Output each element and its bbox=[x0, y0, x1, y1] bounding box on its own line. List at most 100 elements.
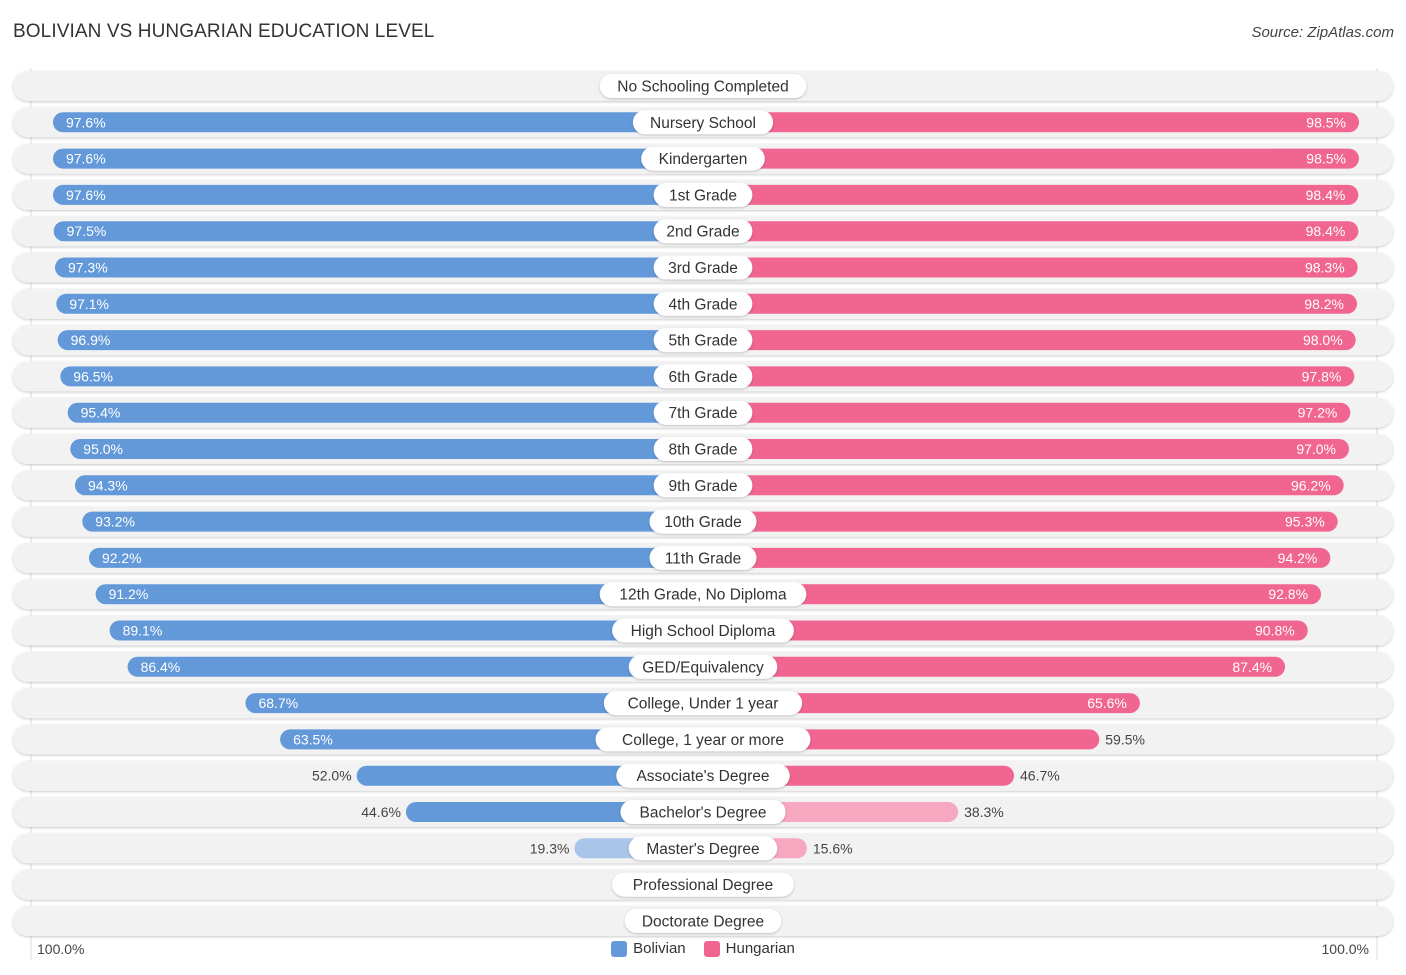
legend-label-hungarian: Hungarian bbox=[725, 940, 795, 957]
category-label: Associate's Degree bbox=[636, 768, 769, 785]
chart-canvas: 2.4%1.6%No Schooling Completed97.6%98.5%… bbox=[13, 68, 1393, 960]
value-label-hungarian: 87.4% bbox=[1232, 659, 1272, 675]
bar-hungarian[interactable] bbox=[703, 148, 1360, 169]
category-label: Kindergarten bbox=[659, 151, 748, 168]
value-label-bolivian: 91.2% bbox=[109, 586, 149, 602]
value-label-bolivian: 92.2% bbox=[102, 550, 142, 566]
legend: Bolivian Hungarian bbox=[0, 940, 1406, 957]
bar-bolivian[interactable] bbox=[54, 257, 704, 278]
category-label: No Schooling Completed bbox=[617, 79, 788, 96]
value-label-hungarian: 38.3% bbox=[964, 804, 1004, 820]
value-label-bolivian: 86.4% bbox=[141, 659, 181, 675]
value-label-bolivian: 19.3% bbox=[530, 840, 570, 856]
category-label: 9th Grade bbox=[669, 478, 738, 495]
bar-bolivian[interactable] bbox=[52, 112, 703, 133]
bar-hungarian[interactable] bbox=[703, 656, 1286, 677]
bar-bolivian[interactable] bbox=[52, 184, 703, 205]
category-label: 3rd Grade bbox=[668, 260, 738, 277]
category-label: 10th Grade bbox=[664, 514, 742, 531]
bar-hungarian[interactable] bbox=[703, 366, 1355, 387]
category-label: High School Diploma bbox=[631, 623, 776, 640]
bar-hungarian[interactable] bbox=[703, 511, 1338, 532]
category-label: 2nd Grade bbox=[666, 224, 739, 241]
value-label-bolivian: 63.5% bbox=[293, 731, 333, 747]
value-label-bolivian: 44.6% bbox=[361, 804, 401, 820]
value-label-hungarian: 98.4% bbox=[1306, 187, 1346, 203]
value-label-bolivian: 97.1% bbox=[69, 296, 109, 312]
value-label-hungarian: 15.6% bbox=[813, 840, 853, 856]
legend-item-hungarian[interactable]: Hungarian bbox=[703, 940, 795, 957]
value-label-hungarian: 98.0% bbox=[1303, 332, 1343, 348]
value-label-bolivian: 95.0% bbox=[83, 441, 123, 457]
value-label-hungarian: 98.2% bbox=[1304, 296, 1344, 312]
bar-bolivian[interactable] bbox=[88, 547, 703, 568]
value-label-bolivian: 89.1% bbox=[123, 623, 163, 639]
value-label-hungarian: 98.5% bbox=[1306, 114, 1346, 130]
legend-swatch-bolivian bbox=[611, 940, 628, 957]
bar-hungarian[interactable] bbox=[703, 439, 1350, 459]
value-label-bolivian: 97.5% bbox=[67, 223, 107, 239]
category-label: 5th Grade bbox=[669, 333, 738, 350]
category-label: 8th Grade bbox=[669, 442, 738, 459]
bar-bolivian[interactable] bbox=[53, 221, 703, 242]
value-label-bolivian: 97.3% bbox=[68, 260, 108, 276]
value-label-bolivian: 93.2% bbox=[95, 514, 135, 530]
bar-bolivian[interactable] bbox=[127, 656, 704, 677]
bar-hungarian[interactable] bbox=[703, 112, 1360, 133]
value-label-hungarian: 94.2% bbox=[1278, 550, 1318, 566]
value-label-hungarian: 46.7% bbox=[1020, 768, 1060, 784]
bar-hungarian[interactable] bbox=[703, 257, 1358, 278]
bar-bolivian[interactable] bbox=[56, 293, 703, 314]
bar-bolivian[interactable] bbox=[74, 475, 704, 496]
bar-hungarian[interactable] bbox=[703, 184, 1359, 205]
value-label-hungarian: 96.2% bbox=[1291, 477, 1331, 493]
value-label-hungarian: 97.8% bbox=[1302, 368, 1342, 384]
category-label: Nursery School bbox=[650, 115, 756, 132]
bar-hungarian[interactable] bbox=[703, 547, 1331, 568]
value-label-bolivian: 97.6% bbox=[66, 114, 106, 130]
category-label: 7th Grade bbox=[669, 405, 738, 422]
value-label-hungarian: 97.0% bbox=[1296, 441, 1336, 457]
value-label-bolivian: 96.9% bbox=[71, 332, 111, 348]
value-label-bolivian: 95.4% bbox=[81, 405, 121, 421]
value-label-hungarian: 98.4% bbox=[1306, 223, 1346, 239]
value-label-bolivian: 52.0% bbox=[312, 768, 352, 784]
category-label: 4th Grade bbox=[669, 296, 738, 313]
legend-swatch-hungarian bbox=[703, 940, 720, 957]
value-label-hungarian: 90.8% bbox=[1255, 623, 1295, 639]
category-label: Professional Degree bbox=[633, 877, 773, 894]
value-label-bolivian: 68.7% bbox=[258, 695, 298, 711]
value-label-hungarian: 65.6% bbox=[1087, 695, 1127, 711]
value-label-hungarian: 92.8% bbox=[1268, 586, 1308, 602]
category-label: College, 1 year or more bbox=[622, 732, 784, 749]
bar-hungarian[interactable] bbox=[703, 293, 1358, 314]
bar-hungarian[interactable] bbox=[703, 402, 1351, 423]
category-label: Bachelor's Degree bbox=[639, 805, 766, 822]
legend-label-bolivian: Bolivian bbox=[633, 940, 686, 957]
value-label-hungarian: 98.3% bbox=[1305, 260, 1345, 276]
bar-bolivian[interactable] bbox=[70, 439, 704, 459]
value-label-bolivian: 97.6% bbox=[66, 187, 106, 203]
category-label: College, Under 1 year bbox=[628, 696, 779, 713]
category-label: 6th Grade bbox=[669, 369, 738, 386]
bar-bolivian[interactable] bbox=[52, 148, 703, 169]
value-label-bolivian: 96.5% bbox=[73, 368, 113, 384]
category-label: 1st Grade bbox=[669, 187, 737, 204]
category-label: GED/Equivalency bbox=[642, 659, 764, 676]
value-label-bolivian: 94.3% bbox=[88, 477, 128, 493]
bar-bolivian[interactable] bbox=[82, 511, 703, 532]
category-label: 11th Grade bbox=[665, 550, 741, 567]
bar-bolivian[interactable] bbox=[57, 330, 704, 351]
category-label: Master's Degree bbox=[646, 841, 759, 858]
value-label-hungarian: 98.5% bbox=[1306, 151, 1346, 167]
bar-bolivian[interactable] bbox=[67, 402, 704, 423]
bar-hungarian[interactable] bbox=[703, 330, 1356, 351]
category-label: 12th Grade, No Diploma bbox=[619, 587, 787, 604]
value-label-hungarian: 59.5% bbox=[1105, 731, 1145, 747]
value-label-bolivian: 97.6% bbox=[66, 151, 106, 167]
bar-bolivian[interactable] bbox=[60, 366, 704, 387]
bar-hungarian[interactable] bbox=[703, 221, 1359, 242]
bar-hungarian[interactable] bbox=[703, 475, 1344, 496]
category-label: Doctorate Degree bbox=[642, 913, 764, 930]
legend-item-bolivian[interactable]: Bolivian bbox=[611, 940, 686, 957]
